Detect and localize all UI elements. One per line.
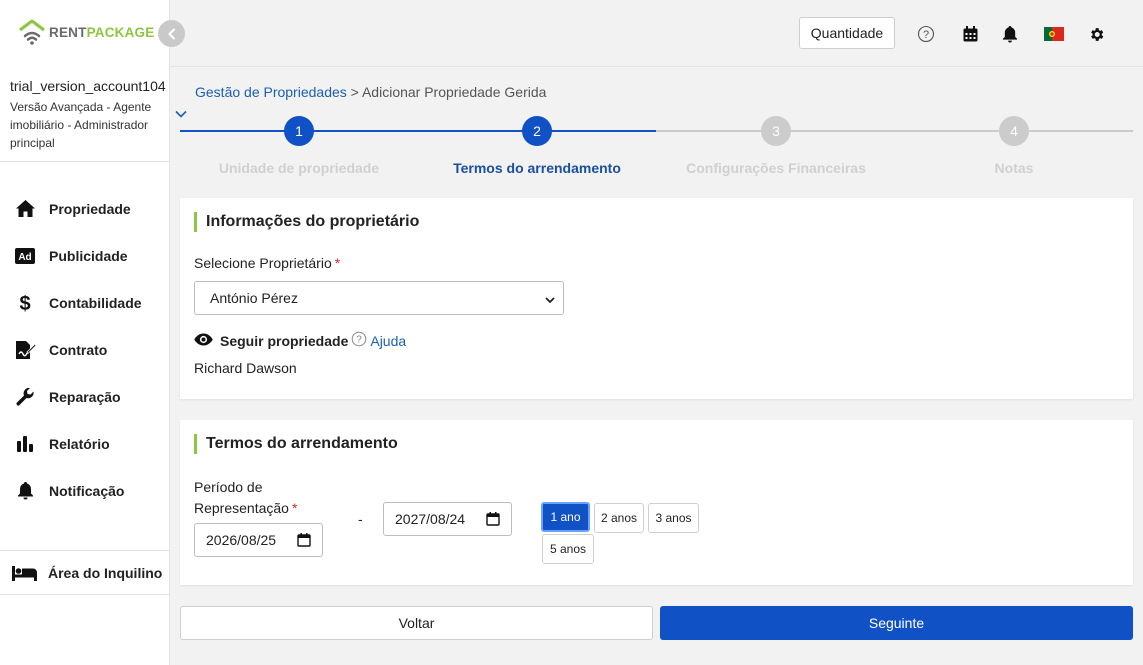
tenant-area-label: Área do Inquilino bbox=[48, 564, 163, 581]
gear-icon[interactable] bbox=[1086, 24, 1106, 44]
dollar-icon: $ bbox=[14, 292, 36, 314]
follow-property-label: Seguir propriedade bbox=[220, 332, 349, 349]
step-3-label[interactable]: Configurações Financeiras bbox=[656, 160, 896, 176]
required-mark: * bbox=[334, 255, 341, 271]
lease-card-title: Termos do arrendamento bbox=[194, 434, 398, 454]
select-owner-label: Selecione Proprietário * bbox=[194, 255, 341, 271]
ad-icon: Ad bbox=[14, 245, 36, 267]
account-name: trial_version_account104 bbox=[10, 78, 166, 94]
help-icon[interactable]: ? bbox=[916, 24, 936, 44]
sidebar-item-label: Contabilidade bbox=[49, 294, 142, 311]
top-bar: Quantidade ? bbox=[170, 0, 1143, 67]
logo-text: RENTPACKAGE bbox=[49, 24, 155, 40]
bed-icon bbox=[12, 565, 38, 581]
owner-select[interactable]: António Pérez bbox=[194, 281, 564, 315]
start-date-input[interactable]: 2026/08/25 bbox=[194, 523, 323, 557]
chevron-down-icon[interactable] bbox=[173, 106, 189, 122]
notification-bell-icon[interactable] bbox=[1000, 24, 1020, 44]
duration-3-years-button[interactable]: 3 anos bbox=[648, 503, 699, 533]
back-button[interactable]: Voltar bbox=[180, 606, 653, 640]
owner-info-card: Informações do proprietário Selecione Pr… bbox=[180, 198, 1133, 399]
step-1-circle[interactable]: 1 bbox=[284, 116, 314, 146]
breadcrumb-parent-link[interactable]: Gestão de Propriedades bbox=[195, 84, 347, 100]
sidebar-item-label: Contrato bbox=[49, 341, 108, 358]
svg-text:?: ? bbox=[923, 29, 929, 41]
calendar-icon[interactable] bbox=[297, 533, 311, 550]
follow-property-row: Seguir propriedade ? Ajuda bbox=[194, 331, 406, 350]
sidebar-item-contabilidade[interactable]: $ Contabilidade bbox=[0, 279, 170, 326]
step-4-label[interactable]: Notas bbox=[894, 160, 1134, 176]
chevron-left-icon bbox=[167, 28, 175, 39]
stepper-remaining-line bbox=[656, 130, 1133, 132]
wrench-icon bbox=[14, 386, 36, 408]
sidebar-item-label: Notificação bbox=[49, 482, 125, 499]
sidebar-item-relatorio[interactable]: Relatório bbox=[0, 420, 170, 467]
step-1-label[interactable]: Unidade de propriedade bbox=[179, 160, 419, 176]
breadcrumb-current: Adicionar Propriedade Gerida bbox=[361, 84, 547, 100]
sidebar-item-contrato[interactable]: Contrato bbox=[0, 326, 170, 373]
svg-text:Ad: Ad bbox=[18, 252, 31, 263]
end-date-value: 2027/08/24 bbox=[395, 511, 466, 527]
sidebar-item-propriedade[interactable]: Propriedade bbox=[0, 185, 170, 232]
sidebar-item-label: Relatório bbox=[49, 435, 110, 452]
sidebar-item-reparacao[interactable]: Reparação bbox=[0, 373, 170, 420]
chevron-down-icon bbox=[544, 293, 556, 309]
bar-chart-icon bbox=[14, 433, 36, 455]
account-role: Versão Avançada - Agente imobiliário - A… bbox=[10, 100, 152, 150]
calendar-icon[interactable] bbox=[486, 512, 500, 529]
sidebar-item-label: Propriedade bbox=[49, 200, 131, 217]
sidebar-item-publicidade[interactable]: Ad Publicidade bbox=[0, 232, 170, 279]
sidebar-divider bbox=[0, 161, 170, 162]
help-link[interactable]: Ajuda bbox=[370, 333, 406, 349]
svg-text:$: $ bbox=[19, 293, 30, 313]
home-icon bbox=[14, 198, 36, 220]
app-logo[interactable]: RENTPACKAGE bbox=[18, 19, 154, 45]
owner-select-value: António Pérez bbox=[210, 290, 298, 306]
breadcrumb: Gestão de Propriedades > Adicionar Propr… bbox=[195, 84, 546, 100]
duration-1-year-button[interactable]: 1 ano bbox=[541, 502, 590, 532]
step-2-circle[interactable]: 2 bbox=[522, 116, 552, 146]
sidebar-item-tenant-area[interactable]: Área do Inquilino bbox=[0, 550, 170, 595]
bell-icon bbox=[14, 480, 36, 502]
breadcrumb-separator: > bbox=[350, 84, 359, 100]
svg-text:?: ? bbox=[357, 335, 363, 346]
duration-2-years-button[interactable]: 2 anos bbox=[594, 503, 644, 533]
step-2-label[interactable]: Termos do arrendamento bbox=[417, 160, 657, 176]
sidebar-item-label: Reparação bbox=[49, 388, 121, 405]
sidebar-nav: Propriedade Ad Publicidade $ Contabilida… bbox=[0, 185, 170, 514]
contract-icon bbox=[14, 339, 36, 361]
follower-name: Richard Dawson bbox=[194, 360, 297, 376]
end-date-input[interactable]: 2027/08/24 bbox=[383, 502, 512, 536]
lease-terms-card: Termos do arrendamento Período de Repres… bbox=[180, 420, 1133, 585]
help-icon[interactable]: ? bbox=[351, 331, 367, 350]
account-info: trial_version_account104 Versão Avançada… bbox=[10, 78, 168, 152]
date-range-separator: - bbox=[358, 511, 363, 527]
sidebar-item-notificacao[interactable]: Notificação bbox=[0, 467, 170, 514]
step-3-circle[interactable]: 3 bbox=[761, 116, 791, 146]
eye-icon[interactable] bbox=[194, 333, 213, 349]
calendar-icon[interactable] bbox=[960, 24, 980, 44]
required-mark: * bbox=[291, 500, 298, 516]
portugal-flag-icon[interactable] bbox=[1043, 24, 1065, 44]
rentpackage-logo-icon bbox=[18, 19, 46, 45]
step-4-circle[interactable]: 4 bbox=[999, 116, 1029, 146]
duration-5-years-button[interactable]: 5 anos bbox=[542, 534, 594, 564]
start-date-value: 2026/08/25 bbox=[206, 532, 277, 548]
quantity-button[interactable]: Quantidade bbox=[799, 17, 895, 49]
representation-period-label: Período de Representação * bbox=[194, 479, 298, 516]
next-button[interactable]: Seguinte bbox=[660, 606, 1133, 640]
sidebar-item-label: Publicidade bbox=[49, 247, 128, 264]
sidebar: RENTPACKAGE trial_version_account104 Ver… bbox=[0, 0, 170, 665]
stepper-progress-line bbox=[180, 130, 656, 132]
collapse-sidebar-button[interactable] bbox=[158, 20, 185, 47]
owner-card-title: Informações do proprietário bbox=[194, 212, 419, 232]
